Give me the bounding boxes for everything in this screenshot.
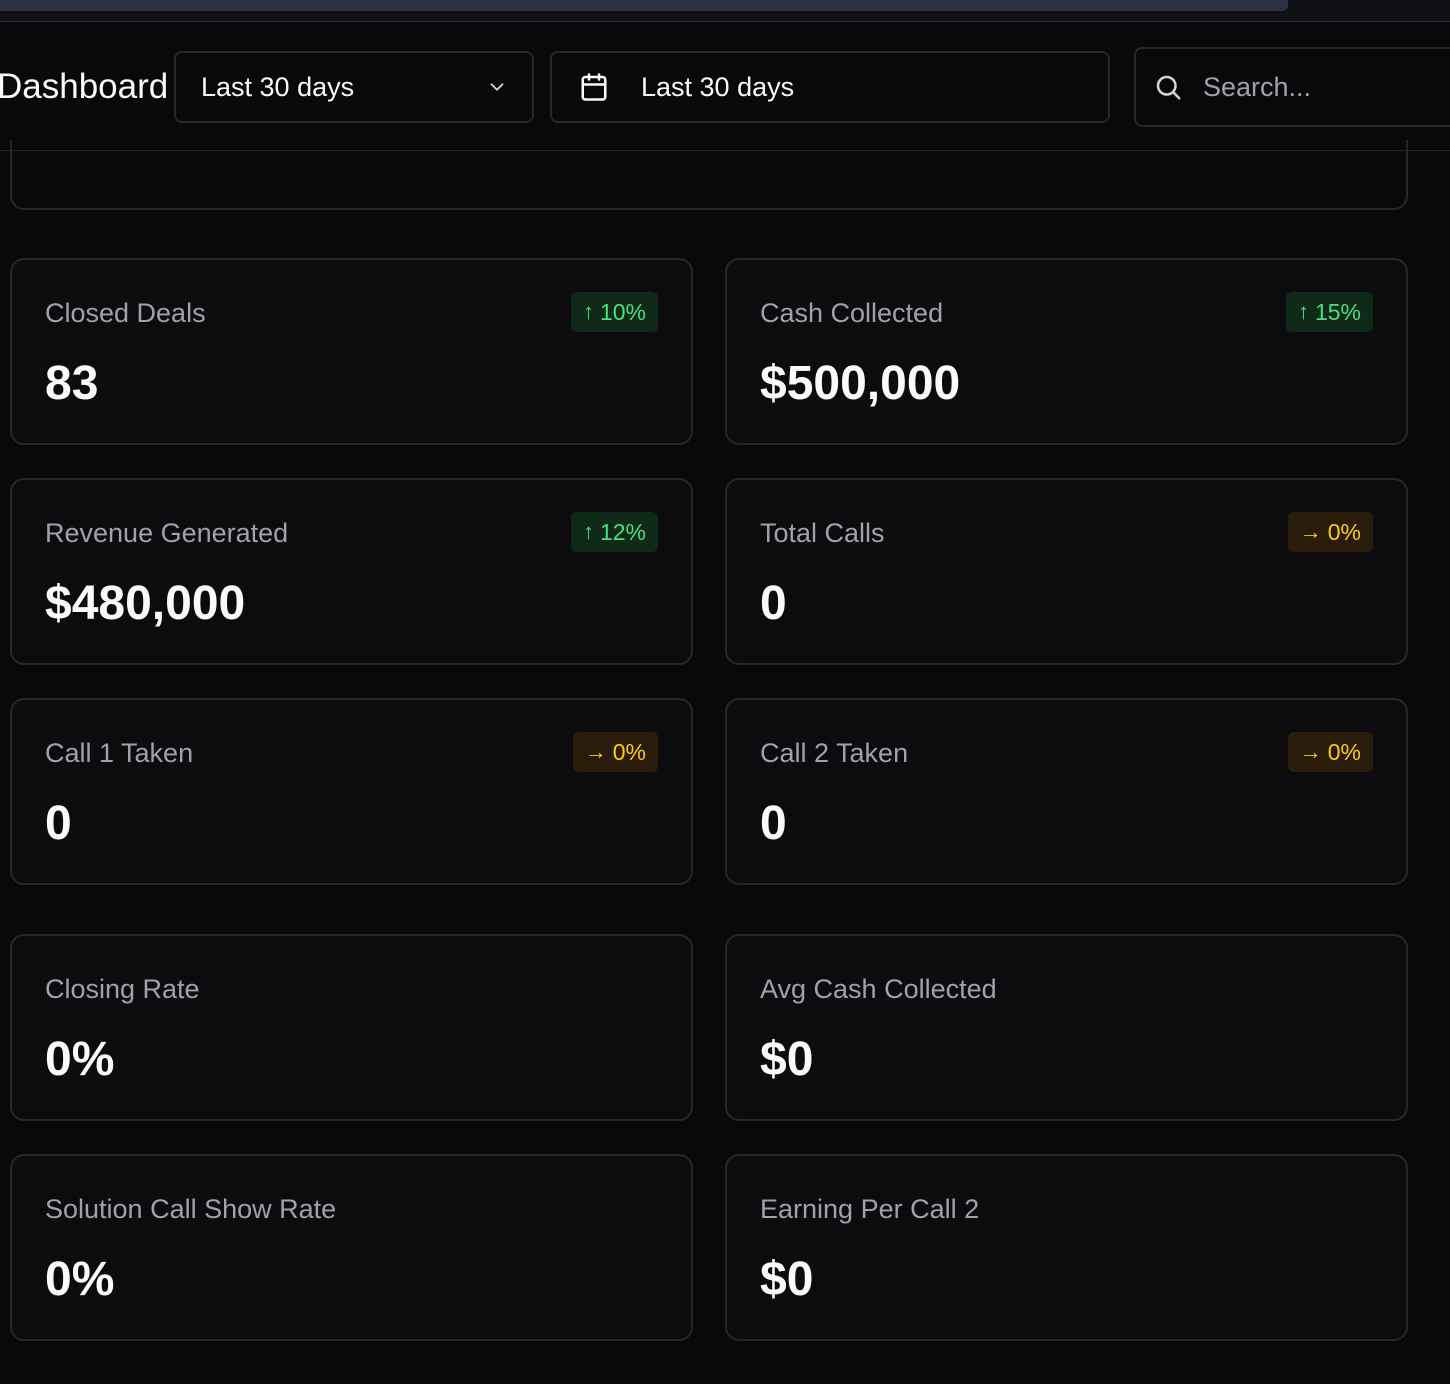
metric-card-call-2-taken: Call 2 Taken → 0% 0 [725,698,1408,885]
metric-card-earning-per-call-2: Earning Per Call 2 $0 [725,1154,1408,1341]
metric-value: $0 [760,1253,814,1306]
metric-label: Cash Collected [760,298,944,328]
trend-badge-value: 15% [1314,298,1361,325]
arrow-up-icon: ↑ [582,299,594,324]
metric-value: 0 [760,577,787,630]
metric-value: $0 [760,1033,814,1086]
date-picker-button[interactable]: Last 30 days [550,51,1110,123]
trend-badge-value: 0% [612,738,646,765]
date-range-select[interactable]: Last 30 days [174,51,534,123]
metric-card-closed-deals: Closed Deals ↑ 10% 83 [10,258,693,445]
metric-label: Avg Cash Collected [760,974,997,1004]
trend-badge: ↑ 10% [570,292,658,332]
arrow-right-icon: → [584,739,607,764]
search-icon [1153,72,1183,102]
metric-value: 0% [45,1033,115,1086]
page-title: Dashboard [0,67,169,106]
metric-value: 0 [45,797,72,850]
date-picker-value: Last 30 days [641,71,795,102]
metric-card-cash-collected: Cash Collected ↑ 15% $500,000 [725,258,1408,445]
metric-label: Call 2 Taken [760,738,909,768]
metric-label: Closed Deals [45,298,206,328]
metric-value: 0 [760,797,787,850]
arrow-right-icon: → [1299,519,1322,544]
trend-badge-value: 12% [599,518,646,545]
metric-label: Total Calls [760,518,885,548]
trend-badge-value: 10% [599,298,646,325]
date-range-select-value: Last 30 days [201,71,355,102]
metric-value: 83 [45,357,99,410]
metric-card-total-calls: Total Calls → 0% 0 [725,478,1408,665]
overview-card-bottom [10,140,1408,210]
search-box[interactable] [1134,47,1450,127]
trend-badge: → 0% [572,732,658,772]
trend-badge-value: 0% [1327,738,1361,765]
trend-badge: → 0% [1287,732,1373,772]
horizontal-scrollbar[interactable] [0,0,1288,11]
trend-badge: → 0% [1287,512,1373,552]
metric-card-solution-call-show-rate: Solution Call Show Rate 0% [10,1154,693,1341]
metric-value: $480,000 [45,577,246,630]
trend-badge: ↑ 12% [570,512,658,552]
metric-card-closing-rate: Closing Rate 0% [10,934,693,1121]
metric-label: Revenue Generated [45,518,289,548]
arrow-up-icon: ↑ [1297,299,1309,324]
search-input[interactable] [1201,70,1431,104]
arrow-up-icon: ↑ [582,519,594,544]
chevron-down-icon [486,76,508,98]
metric-value: $500,000 [760,357,961,410]
metric-label: Earning Per Call 2 [760,1194,980,1224]
dashboard-header: Dashboard Last 30 days Last 30 days [0,22,1450,151]
arrow-right-icon: → [1299,739,1322,764]
calendar-icon [579,72,609,102]
metric-card-call-1-taken: Call 1 Taken → 0% 0 [10,698,693,885]
metric-label: Closing Rate [45,974,200,1004]
metric-value: 0% [45,1253,115,1306]
trend-badge-value: 0% [1327,518,1361,545]
metric-label: Solution Call Show Rate [45,1194,337,1224]
trend-badge: ↑ 15% [1285,292,1373,332]
window-top-strip [0,0,1450,22]
metric-card-avg-cash-collected: Avg Cash Collected $0 [725,934,1408,1121]
metric-label: Call 1 Taken [45,738,194,768]
metric-card-revenue-generated: Revenue Generated ↑ 12% $480,000 [10,478,693,665]
